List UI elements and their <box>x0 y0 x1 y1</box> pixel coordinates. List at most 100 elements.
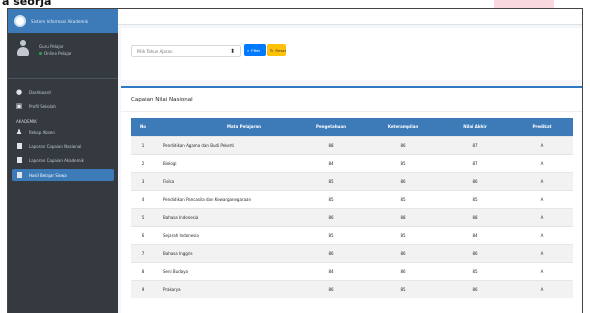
table-cell: 87 <box>439 135 511 154</box>
table-cell: 87 <box>439 153 511 172</box>
column-header: Mata Pelajaran <box>227 124 261 130</box>
school-logo-icon <box>14 15 26 27</box>
sidebar-item-dashboard[interactable]: ● Dashboard <box>8 85 118 99</box>
table-row: 6 Sejarah Indonesia 85 85 84 A <box>131 225 573 244</box>
table-cell: 85 <box>295 171 367 190</box>
table-cell: 1 <box>131 135 155 154</box>
sidebar-item-label: Profil Sekolah <box>29 103 56 109</box>
table-cell: 86 <box>439 243 511 262</box>
reset-button-label: Reset <box>275 47 286 53</box>
year-select[interactable]: Pilih Tahun Ajaran ⬍ <box>131 45 241 57</box>
table-cell: A <box>511 135 573 154</box>
table-cell: 6 <box>131 225 155 244</box>
table-cell: 86 <box>439 171 511 190</box>
table-cell: 86 <box>439 279 511 298</box>
table-cell: Prakarya <box>155 279 295 298</box>
table-cell: Bahasa Inggris <box>155 243 295 262</box>
brand-title: Sistem Informasi Akademik <box>31 18 89 24</box>
table-cell: 86 <box>295 207 367 226</box>
table-cell: 86 <box>367 171 439 190</box>
table-row: 7 Bahasa Inggris 86 86 86 A <box>131 243 573 262</box>
table-cell: 85 <box>439 261 511 280</box>
brand-link[interactable]: Sistem Informasi Akademik <box>8 9 118 33</box>
table-cell: 86 <box>367 135 439 154</box>
sidebar-item-laporan-akademik[interactable]: Laporan Capaian Akademik <box>8 153 118 167</box>
table-cell: 4 <box>131 189 155 208</box>
sidebar-item-hasil-belajar[interactable]: Hasil Belajar Siswa <box>12 169 114 181</box>
table-cell: 85 <box>295 189 367 208</box>
table-cell: 86 <box>367 243 439 262</box>
table-row: 5 Bahasa Indonesia 86 88 88 A <box>131 207 573 226</box>
table-cell: 84 <box>295 153 367 172</box>
table-body: 1 Pendidikan Agama dan Budi Pekerti 88 86 87… <box>131 135 573 298</box>
table-row: 4 Pendidikan Pancasila dan Kewarganegaraa… <box>131 189 573 208</box>
square-icon <box>16 157 22 163</box>
grades-card: Capaian Nilai Nasional No Mata Pelajaran… <box>121 86 582 313</box>
user-panel[interactable]: Guru Pelajar Online Pelajar <box>8 33 118 79</box>
table-cell: 9 <box>131 279 155 298</box>
table-cell: Fisika <box>155 171 295 190</box>
table-cell: 85 <box>439 189 511 208</box>
table-cell: 84 <box>295 261 367 280</box>
table-cell: Pendidikan Agama dan Budi Pekerti <box>155 135 295 154</box>
grades-table: No Mata Pelajaran Pengetahuan Keterampil… <box>131 118 573 298</box>
table-cell: Bahasa Indonesia <box>155 207 295 226</box>
table-cell: Sejarah Indonesia <box>155 225 295 244</box>
online-dot-icon <box>39 52 42 55</box>
table-row: 2 Biologi 84 85 87 A <box>131 153 573 172</box>
sidebar-item-label: Hasil Belajar Siswa <box>29 172 67 178</box>
book-icon <box>16 172 22 178</box>
table-cell: 88 <box>439 207 511 226</box>
content-area: Pilih Tahun Ajaran ⬍ ⌕ Filter ↻ Reset Ca… <box>118 25 582 313</box>
user-status-row: Online Pelajar <box>39 51 72 56</box>
chevron-down-icon: ⬍ <box>229 47 235 55</box>
column-header: No <box>139 124 147 130</box>
card-title: Capaian Nilai Nasional <box>121 88 582 112</box>
user-name: Guru Pelajar <box>39 44 64 49</box>
table-cell: A <box>511 243 573 262</box>
search-icon: ⌕ <box>247 47 250 53</box>
table-cell: 3 <box>131 171 155 190</box>
table-cell: 85 <box>367 189 439 208</box>
table-cell: Pendidikan Pancasila dan Kewarganegaraan <box>155 189 295 208</box>
table-cell: 86 <box>295 243 367 262</box>
table-cell: A <box>511 225 573 244</box>
sidebar-item-rekap-absen[interactable]: ♟ Rekap Absen <box>8 125 118 139</box>
sidebar: Sistem Informasi Akademik Guru Pelajar O… <box>8 9 118 313</box>
filter-button-label: Filter <box>251 47 261 53</box>
sidebar-item-laporan-nasional[interactable]: Laporan Capaian Nasional <box>8 139 118 153</box>
table-row: 1 Pendidikan Agama dan Budi Pekerti 88 86 87… <box>131 135 573 154</box>
table-cell: 86 <box>295 279 367 298</box>
column-header: Nilai Akhir <box>463 124 487 130</box>
table-row: 9 Prakarya 86 85 86 A <box>131 279 573 298</box>
table-header-row: No Mata Pelajaran Pengetahuan Keterampil… <box>131 118 573 136</box>
table-cell: 8 <box>131 261 155 280</box>
square-icon <box>16 143 22 149</box>
table-cell: 85 <box>367 153 439 172</box>
school-icon: ▣ <box>15 102 23 110</box>
refresh-icon: ↻ <box>270 47 274 53</box>
table-cell: 84 <box>439 225 511 244</box>
table-cell: Biologi <box>155 153 295 172</box>
user-avatar-icon <box>16 40 30 58</box>
sidebar-item-label: Dashboard <box>29 89 51 95</box>
table-cell: Seni Budaya <box>155 261 295 280</box>
table-cell: A <box>511 153 573 172</box>
top-navbar <box>118 9 582 25</box>
reset-button[interactable]: ↻ Reset <box>267 44 286 56</box>
table-cell: A <box>511 279 573 298</box>
table-cell: 85 <box>367 225 439 244</box>
table-cell: 88 <box>295 135 367 154</box>
top-strip: a seorja <box>0 0 590 8</box>
table-cell: 2 <box>131 153 155 172</box>
year-select-value: Pilih Tahun Ajaran <box>137 48 173 54</box>
table-cell: 5 <box>131 207 155 226</box>
table-cell: 88 <box>367 207 439 226</box>
decorative-accent <box>494 0 554 8</box>
user-status: Online Pelajar <box>44 51 72 56</box>
filter-card: Pilih Tahun Ajaran ⬍ ⌕ Filter ↻ Reset <box>121 28 582 80</box>
sidebar-item-profil-sekolah[interactable]: ▣ Profil Sekolah <box>8 99 118 113</box>
table-cell: A <box>511 189 573 208</box>
sidebar-item-label: Rekap Absen <box>29 129 55 135</box>
filter-button[interactable]: ⌕ Filter <box>244 44 266 56</box>
